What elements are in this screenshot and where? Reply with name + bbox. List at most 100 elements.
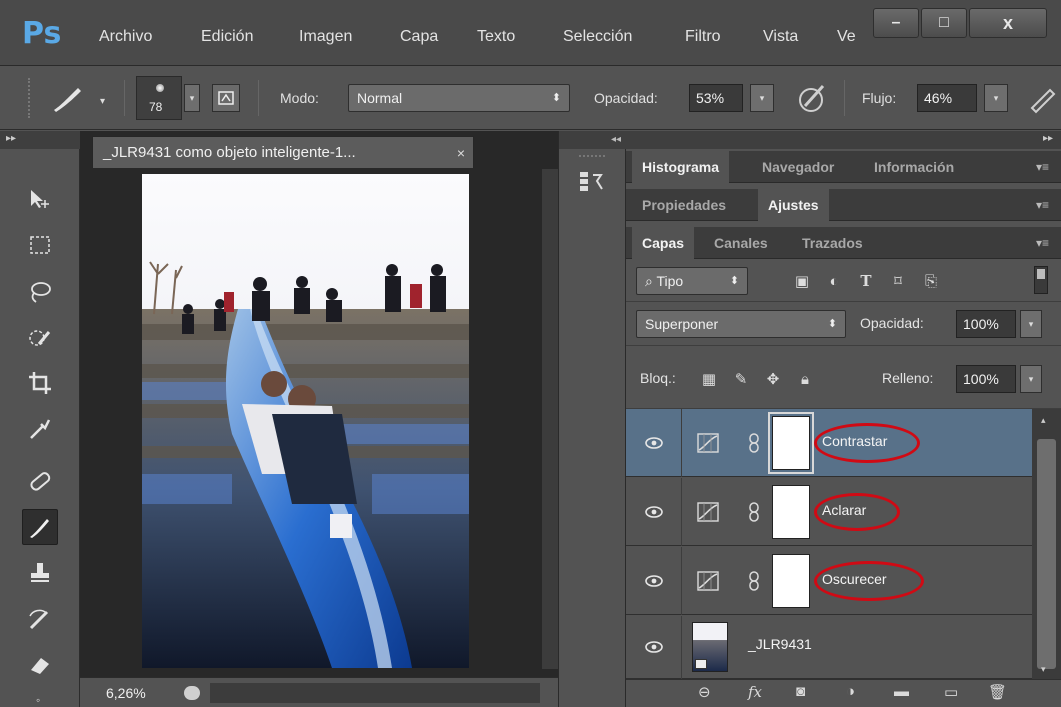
layer-row-background-photo[interactable]: _JLR9431	[626, 616, 1032, 679]
filter-shape-icon[interactable]: ⌑	[887, 270, 909, 292]
fill-field[interactable]: 100%	[956, 365, 1016, 393]
layer-name[interactable]: Contrastar	[822, 433, 887, 449]
brush-size-dropdown[interactable]: ▾	[184, 84, 200, 112]
layer-name[interactable]: _JLR9431	[748, 636, 812, 652]
layer-name[interactable]: Aclarar	[822, 502, 866, 518]
tab-trazados[interactable]: Trazados	[792, 227, 873, 259]
menu-vista[interactable]: Vista	[763, 28, 798, 46]
panel-menu-icon[interactable]: ▾≡	[1036, 236, 1049, 250]
menu-capa[interactable]: Capa	[400, 28, 438, 46]
filter-type-icon[interactable]: T	[855, 270, 877, 292]
brush-preset-icon[interactable]	[50, 84, 86, 114]
lock-all-icon[interactable]: 🔒︎	[794, 368, 816, 390]
menu-texto[interactable]: Texto	[477, 28, 515, 46]
eye-icon[interactable]	[644, 640, 664, 654]
layer-mask-thumbnail[interactable]	[772, 485, 810, 539]
layer-opacity-field[interactable]: 100%	[956, 310, 1016, 338]
chain-link-icon[interactable]	[748, 502, 760, 522]
layer-thumbnail[interactable]	[692, 622, 728, 672]
more-tools-icon[interactable]: ◦	[36, 693, 40, 707]
minimize-button[interactable]: –	[873, 8, 919, 38]
menu-seleccion[interactable]: Selección	[563, 28, 632, 46]
layer-mask-thumbnail[interactable]	[768, 412, 814, 474]
eye-icon[interactable]	[644, 436, 664, 450]
layer-row-contrastar[interactable]: Contrastar	[626, 409, 1032, 477]
lasso-tool[interactable]	[22, 273, 58, 309]
airbrush-icon[interactable]	[1028, 84, 1058, 114]
marquee-tool[interactable]	[22, 227, 58, 263]
new-group-icon[interactable]: ▬	[894, 683, 909, 700]
lock-transparent-icon[interactable]: ▦	[698, 368, 720, 390]
pressure-opacity-icon[interactable]	[795, 80, 831, 116]
tab-navegador[interactable]: Navegador	[752, 151, 844, 183]
flow-field[interactable]: 46%	[917, 84, 977, 112]
layer-row-oscurecer[interactable]: Oscurecer	[626, 547, 1032, 615]
delete-layer-icon[interactable]: 🗑︎	[988, 683, 1007, 701]
chain-link-icon[interactable]	[748, 571, 760, 591]
expand-panels-icon[interactable]: ▸▸	[1043, 133, 1053, 144]
eye-icon[interactable]	[644, 505, 664, 519]
layer-style-icon[interactable]: fx	[748, 683, 762, 701]
status-info-icon[interactable]	[184, 686, 200, 700]
close-tab-icon[interactable]: ×	[457, 137, 465, 168]
scroll-up-icon[interactable]: ▴	[1041, 415, 1046, 426]
panel-menu-icon[interactable]: ▾≡	[1036, 198, 1049, 212]
filter-pixel-icon[interactable]: ▣	[791, 270, 813, 292]
tab-informacion[interactable]: Información	[864, 151, 964, 183]
collapse-icon[interactable]: ◂◂	[611, 131, 621, 149]
brush-panel-button[interactable]	[212, 84, 240, 112]
document-horizontal-scrollbar[interactable]	[210, 683, 540, 703]
filter-kind-select[interactable]: ⌕ Tipo ⬍	[636, 267, 748, 295]
move-tool[interactable]	[22, 181, 58, 217]
filter-smart-object-icon[interactable]: ⎘	[920, 270, 942, 292]
layers-scrollbar[interactable]: ▴ ▾	[1032, 409, 1061, 679]
clone-stamp-tool[interactable]	[22, 555, 58, 591]
menu-filtro[interactable]: Filtro	[685, 28, 721, 46]
document-vertical-scrollbar[interactable]	[542, 169, 558, 669]
menu-archivo[interactable]: Archivo	[99, 28, 152, 46]
menu-imagen[interactable]: Imagen	[299, 28, 352, 46]
fill-dropdown[interactable]: ▾	[1020, 365, 1042, 393]
document-canvas-photo[interactable]	[142, 174, 469, 668]
layer-row-aclarar[interactable]: Aclarar	[626, 478, 1032, 546]
tab-ajustes[interactable]: Ajustes	[758, 189, 829, 221]
close-button[interactable]: x	[969, 8, 1047, 38]
menu-edicion[interactable]: Edición	[201, 28, 253, 46]
layer-mask-thumbnail[interactable]	[772, 554, 810, 608]
eye-icon[interactable]	[644, 574, 664, 588]
filter-adjustment-icon[interactable]: ◐	[823, 270, 845, 292]
document-tab[interactable]: _JLR9431 como objeto inteligente-1... ×	[92, 136, 474, 168]
filter-toggle-switch[interactable]	[1034, 266, 1048, 294]
expand-icon[interactable]: ▸▸	[6, 133, 16, 144]
tab-histograma[interactable]: Histograma	[632, 151, 730, 183]
tab-capas[interactable]: Capas	[632, 227, 695, 259]
tab-propiedades[interactable]: Propiedades	[632, 189, 736, 221]
layer-opacity-dropdown[interactable]: ▾	[1020, 310, 1042, 338]
crop-tool[interactable]	[22, 365, 58, 401]
brush-tool[interactable]	[22, 509, 58, 545]
chain-link-icon[interactable]	[748, 433, 760, 453]
history-panel-icon[interactable]	[577, 169, 607, 197]
flow-dropdown[interactable]: ▾	[984, 84, 1008, 112]
new-adjustment-layer-icon[interactable]: ◑	[846, 683, 855, 700]
add-mask-icon[interactable]: ◙	[796, 683, 805, 700]
opacity-field[interactable]: 53%	[689, 84, 743, 112]
blend-mode-select[interactable]: Superponer ⬍	[636, 310, 846, 338]
brush-preset-dropdown-icon[interactable]: ▾	[100, 96, 105, 107]
layer-name[interactable]: Oscurecer	[822, 571, 887, 587]
healing-brush-tool[interactable]	[22, 463, 58, 499]
lock-image-icon[interactable]: ✎	[730, 368, 752, 390]
maximize-button[interactable]: □	[921, 8, 967, 38]
new-layer-icon[interactable]: ▭	[944, 683, 958, 701]
opacity-dropdown[interactable]: ▾	[750, 84, 774, 112]
eraser-tool[interactable]	[22, 647, 58, 683]
panel-menu-icon[interactable]: ▾≡	[1036, 160, 1049, 174]
brush-size-picker[interactable]: 78	[136, 76, 182, 120]
eyedropper-tool[interactable]	[22, 411, 58, 447]
tab-canales[interactable]: Canales	[704, 227, 778, 259]
history-brush-tool[interactable]	[22, 601, 58, 637]
zoom-level[interactable]: 6,26%	[106, 685, 146, 701]
scroll-down-icon[interactable]: ▾	[1041, 664, 1046, 675]
layers-scroll-thumb[interactable]	[1037, 439, 1056, 669]
link-layers-icon[interactable]: ⊖	[698, 683, 711, 701]
